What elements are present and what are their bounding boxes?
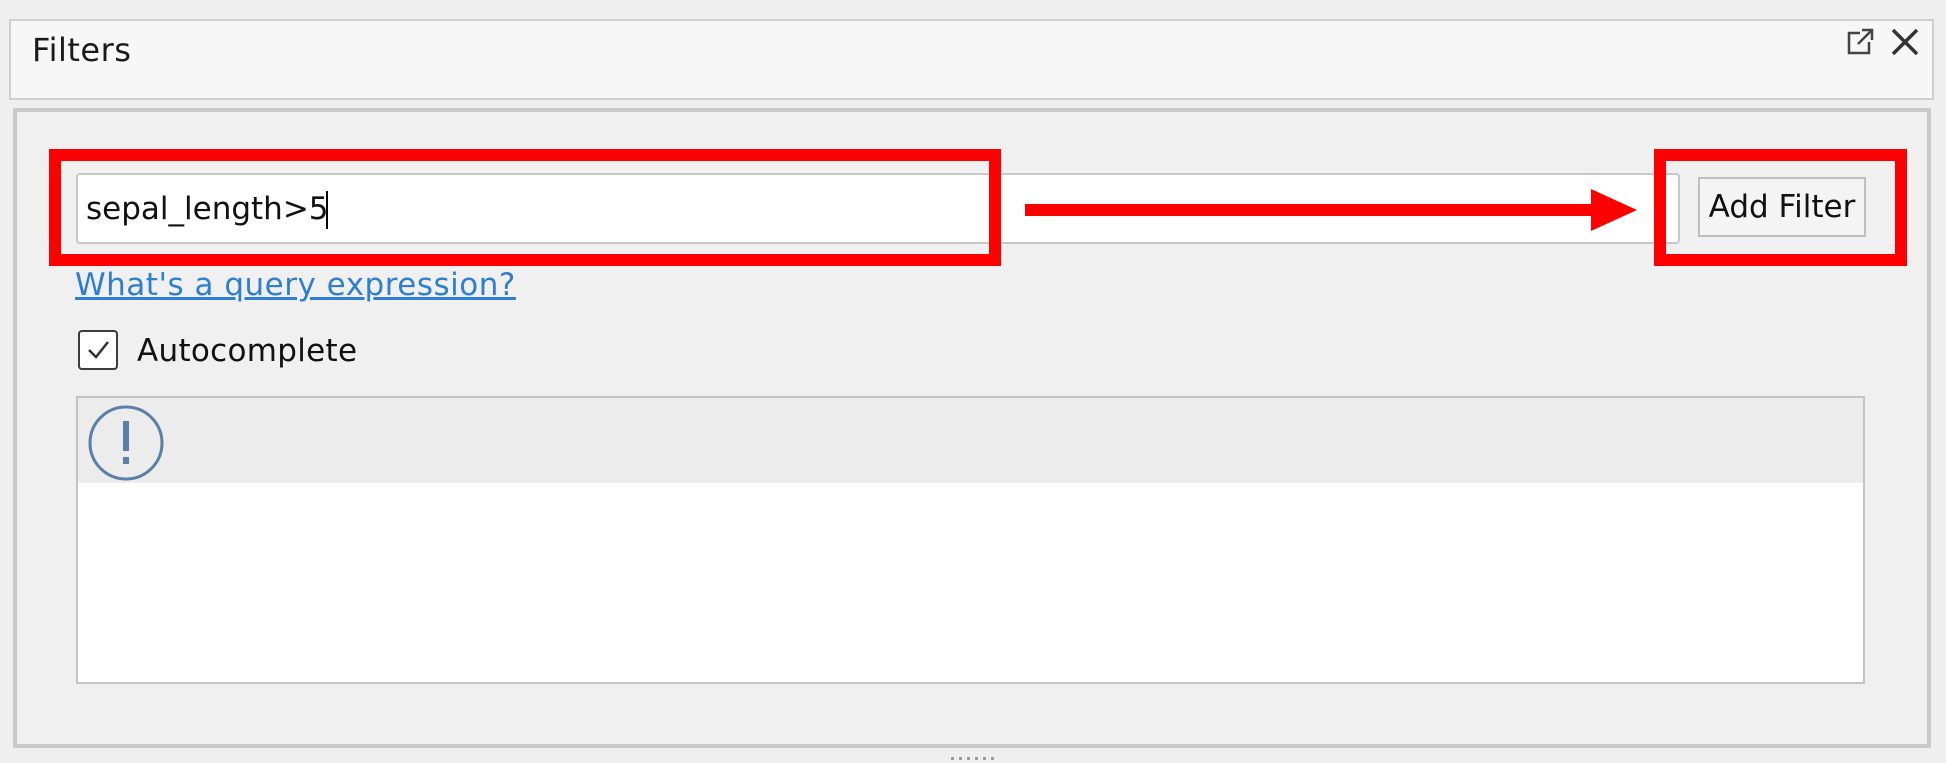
checkmark-icon: [88, 341, 109, 359]
close-icon[interactable]: [1885, 22, 1925, 62]
popout-icon[interactable]: [1838, 22, 1878, 62]
add-filter-button[interactable]: Add Filter: [1698, 177, 1866, 237]
query-expression-help-link[interactable]: What's a query expression?: [75, 267, 516, 303]
warning-icon: [88, 405, 164, 481]
autocomplete-label: Autocomplete: [137, 333, 358, 369]
panel-title: Filters: [32, 31, 132, 69]
text-caret: [326, 191, 328, 229]
message-area: [76, 396, 1865, 684]
autocomplete-checkbox[interactable]: [78, 330, 118, 370]
panel-header: [9, 19, 1934, 100]
arrow-annotation: [1025, 189, 1637, 231]
message-header: [78, 398, 1863, 483]
resize-grip-icon[interactable]: [951, 757, 995, 761]
